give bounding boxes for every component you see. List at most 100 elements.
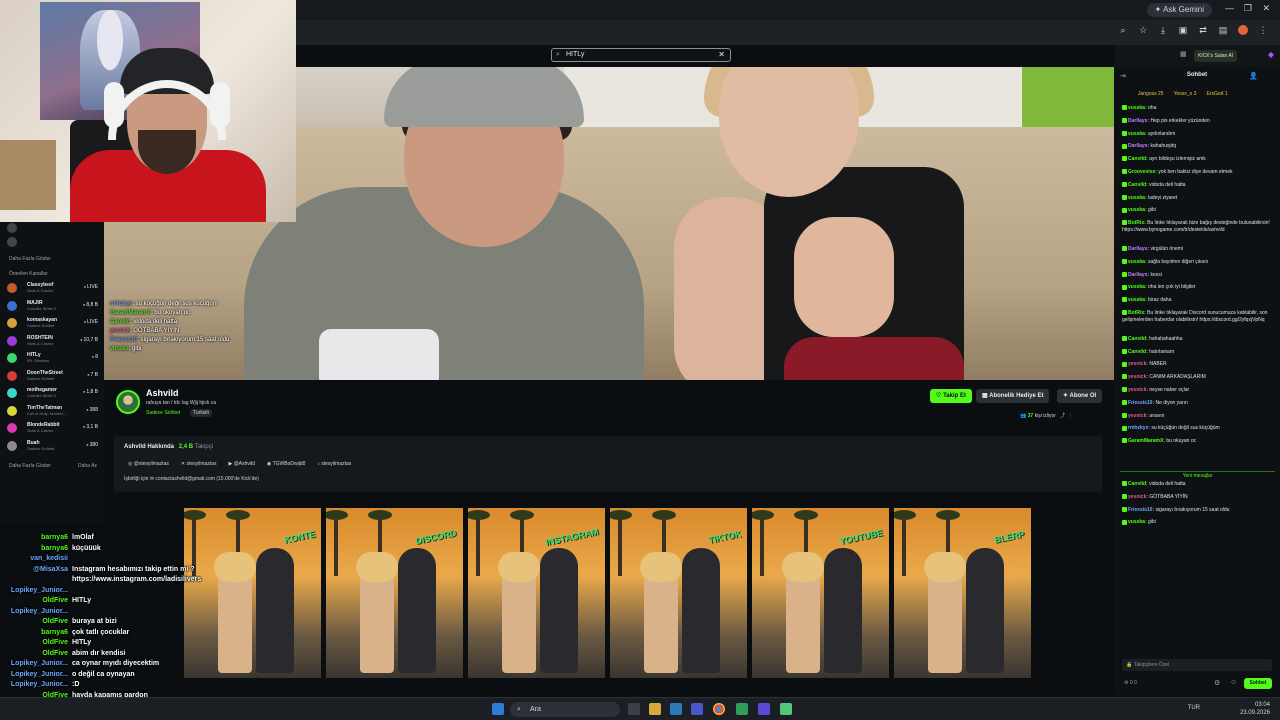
close-icon[interactable]: ✕ xyxy=(718,49,725,61)
extension-grid-icon[interactable]: ▦ xyxy=(1180,50,1187,58)
sidebar-channel[interactable]: DoonTheStreetSadece Sohbet7 B xyxy=(4,370,102,382)
streamer-name[interactable]: Ashvild xyxy=(146,388,179,398)
spreadsheet-app-icon[interactable] xyxy=(736,703,748,715)
subscribe-button[interactable]: ✦ Abone Ol xyxy=(1057,389,1103,403)
chat-username[interactable]: yesnick: xyxy=(1128,374,1149,380)
chat-username[interactable]: vusska: xyxy=(1128,207,1148,213)
chat-username[interactable]: vusska: xyxy=(1128,259,1148,265)
tab-search-icon[interactable]: ▤ xyxy=(1218,25,1228,36)
chat-username[interactable]: BotRix: xyxy=(1128,220,1147,226)
chat-username[interactable]: Darllays: xyxy=(1128,272,1151,278)
chat-username[interactable]: Darllays: xyxy=(1128,143,1151,149)
chat-username[interactable]: Groovevise: xyxy=(1128,169,1158,175)
sidebar-channel[interactable]: ROSHTEINSlots & Casino10,7 B xyxy=(4,335,102,347)
chat-username[interactable]: vusska: xyxy=(1128,195,1148,201)
panel-tiktok[interactable]: TIKTOK xyxy=(610,508,747,678)
sidebar-more-button[interactable]: Daha Fazla Göster xyxy=(9,463,51,469)
chat-username[interactable]: yesnick: xyxy=(1128,387,1149,393)
find-in-page-input[interactable]: ⌕ HITLy ✕ xyxy=(551,48,731,62)
extension-logo-icon[interactable]: ◆ xyxy=(1268,50,1274,59)
instagram-link[interactable]: ◎ @stesyilmaztas xyxy=(128,461,169,467)
top-gifter[interactable]: Jangoss 25 xyxy=(1138,91,1164,97)
download-icon[interactable]: ⤓ xyxy=(1158,25,1168,36)
sidebar-channel[interactable]: komaskayanSadece SohbetLIVE xyxy=(4,317,102,329)
chat-username[interactable]: Darllays: xyxy=(1128,118,1151,124)
bookmark-star-icon[interactable]: ☆ xyxy=(1138,25,1148,36)
chat-username[interactable]: rmhzkyx: xyxy=(1128,425,1151,431)
taskbar-search[interactable]: ⌕ Ara xyxy=(510,702,620,717)
chat-username[interactable]: vusska: xyxy=(1128,519,1148,525)
emote-icon[interactable]: ☺ xyxy=(1230,679,1237,686)
chat-username[interactable]: Canvild: xyxy=(1128,182,1149,188)
sidebar-channel[interactable]: TimTheTatmanCall of Duty: Modern...388 xyxy=(4,405,102,417)
stream-category[interactable]: Sadece Sohbet xyxy=(146,410,180,416)
chat-users-icon[interactable]: 👤 xyxy=(1249,72,1258,80)
input-language[interactable]: TUR xyxy=(1188,705,1200,711)
chat-username[interactable]: yesnick: xyxy=(1128,413,1149,419)
top-gifter[interactable]: ErsGod 1 xyxy=(1206,91,1227,97)
translate-icon[interactable]: ⇄ xyxy=(1198,25,1208,36)
file-explorer-icon[interactable] xyxy=(649,703,661,715)
gift-subscription-button[interactable]: ▦ Abonelik Hediye Et xyxy=(976,389,1050,403)
tiktok-link[interactable]: ♪ stesyilmaztas xyxy=(317,461,351,467)
clock[interactable]: 03:04 23.09.2026 xyxy=(1240,701,1270,717)
chat-username[interactable]: Canvild: xyxy=(1128,481,1149,487)
chat-username[interactable]: Darllays: xyxy=(1128,246,1151,252)
kick-salan-ai-button[interactable]: KICK's Salan AI xyxy=(1194,50,1238,62)
sidebar-followed-channel[interactable] xyxy=(4,236,102,248)
top-gifter[interactable]: Yesss_o 3 xyxy=(1174,91,1197,97)
chat-username[interactable]: yesnick: xyxy=(1128,361,1149,367)
sidebar-channel[interactable]: ClassybeefSlots & CasinoLIVE xyxy=(4,282,102,294)
sidebar-less-button[interactable]: Daha Az xyxy=(78,463,97,469)
chat-username[interactable]: vusska: xyxy=(1128,284,1148,290)
sidebar-channel[interactable]: HITLyIRL Streams8 xyxy=(4,352,102,364)
chat-username[interactable]: Canvild: xyxy=(1128,336,1149,342)
more-icon[interactable]: ⋮ xyxy=(1068,413,1073,419)
close-window-icon[interactable]: ✕ xyxy=(1262,3,1270,14)
discord-icon[interactable] xyxy=(691,703,703,715)
settings-icon[interactable]: ⚙ xyxy=(1214,679,1220,687)
profile-avatar-icon[interactable] xyxy=(1238,25,1248,35)
chat-username[interactable]: BotRix: xyxy=(1128,310,1147,316)
panel-discord[interactable]: DISCORD xyxy=(326,508,463,678)
task-view-icon[interactable] xyxy=(628,703,640,715)
chat-username[interactable]: yesnick: xyxy=(1128,494,1149,500)
search-icon[interactable]: ⌕ xyxy=(1118,25,1128,36)
chat-username[interactable]: Canvild: xyxy=(1128,156,1149,162)
chrome-icon[interactable] xyxy=(713,703,725,715)
sidebar-channel[interactable]: BuahSadece Sohbet380 xyxy=(4,440,102,452)
streamer-avatar[interactable] xyxy=(116,390,140,414)
sidebar-channel[interactable]: MAJIRCounter-Strike 28,8 B xyxy=(4,300,102,312)
panel-instagram[interactable]: INSTAGRAM xyxy=(468,508,605,678)
minimize-icon[interactable]: — xyxy=(1225,3,1234,13)
sidebar-more-following[interactable]: Daha Fazla Göster xyxy=(9,256,51,262)
chat-username[interactable]: Friessis10: xyxy=(1128,400,1156,406)
restore-icon[interactable]: ❐ xyxy=(1244,3,1252,14)
panel-blerp[interactable]: BLERP xyxy=(894,508,1031,678)
x-link[interactable]: ✕ stesyilmaztas xyxy=(181,461,217,467)
chat-send-button[interactable]: Sohbet xyxy=(1244,678,1272,689)
ask-gemini-button[interactable]: ✦ Ask Gemini xyxy=(1146,3,1212,17)
chat-username[interactable]: vusska: xyxy=(1128,131,1148,137)
sidebar-followed-channel[interactable] xyxy=(4,222,102,234)
share-icon[interactable]: ⤴ xyxy=(1060,413,1065,419)
chat-username[interactable]: Friessis10: xyxy=(1128,507,1156,513)
menu-kebab-icon[interactable]: ⋮ xyxy=(1258,25,1268,36)
extensions-icon[interactable]: ▣ xyxy=(1178,25,1188,36)
sidebar-channel[interactable]: BlondeRabbitSlots & Casino3,1 B xyxy=(4,422,102,434)
chat-username[interactable]: vusska: xyxy=(1128,297,1148,303)
sidebar-channel[interactable]: mothegamerCounter-Strike 21,8 B xyxy=(4,387,102,399)
kick-app-icon[interactable] xyxy=(780,703,792,715)
steam-icon[interactable] xyxy=(670,703,682,715)
chat-input[interactable]: 🔒 Takipçilere Özel xyxy=(1122,659,1272,671)
youtube-link[interactable]: ▶ @Ashvild xyxy=(228,461,254,467)
discord-link[interactable]: ◉ TGWBoDwijd8 xyxy=(267,461,305,467)
app-icon[interactable] xyxy=(758,703,770,715)
chat-username[interactable]: vusska: xyxy=(1128,105,1148,111)
stream-tag[interactable]: Turkish xyxy=(190,409,213,417)
windows-start-icon[interactable] xyxy=(492,703,504,715)
chat-username[interactable]: Canvild: xyxy=(1128,349,1149,355)
panel-youtube[interactable]: YOUTUBE xyxy=(752,508,889,678)
chat-username[interactable]: GaramMaramX: xyxy=(1128,438,1166,444)
follow-button[interactable]: ♡ Takip Et xyxy=(930,389,972,403)
